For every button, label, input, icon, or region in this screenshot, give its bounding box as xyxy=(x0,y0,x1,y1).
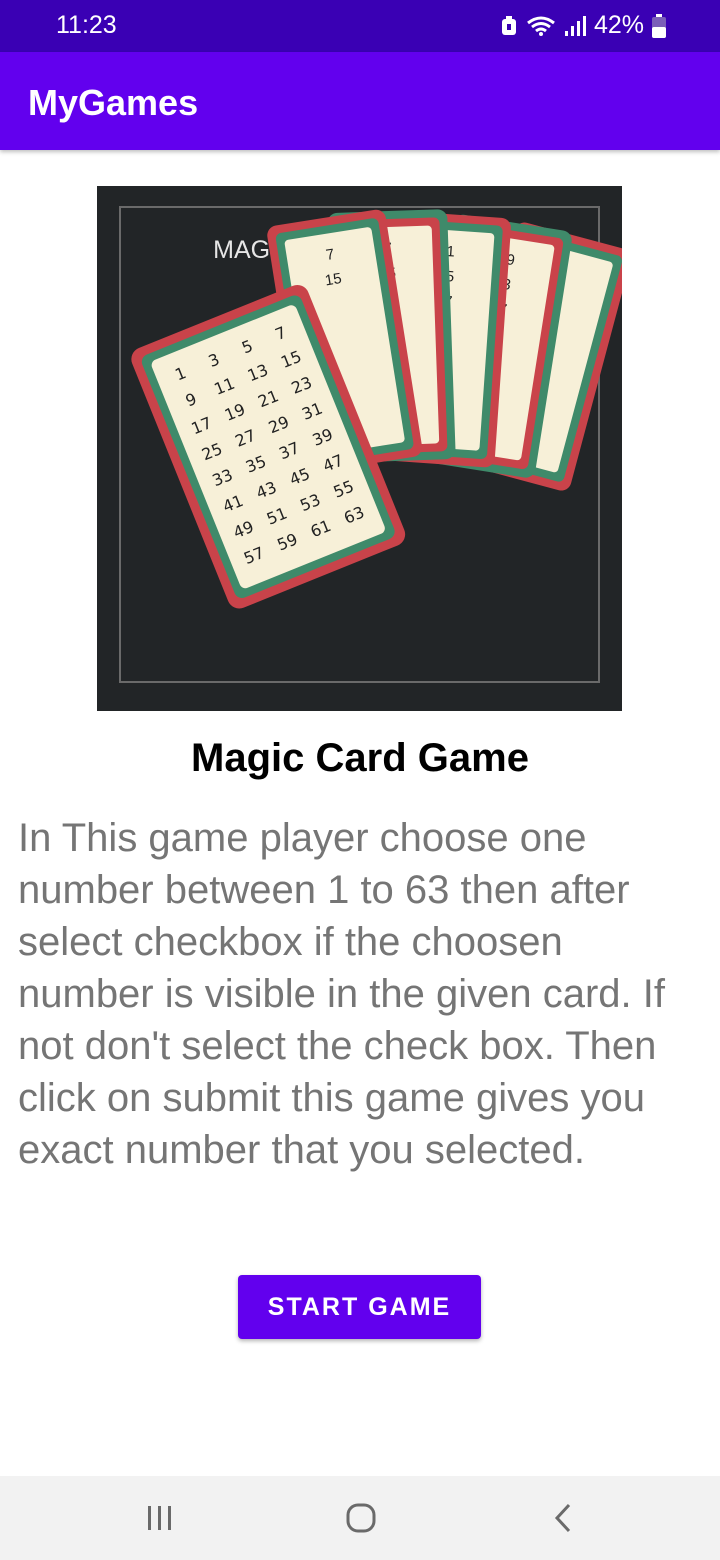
magic-cards-illustration: MAGIC NUMBER CARDS 35 39 43 47 19 23 27 xyxy=(119,206,622,683)
recent-apps-button[interactable] xyxy=(100,1476,220,1560)
app-title: MyGames xyxy=(28,82,199,123)
app-bar: MyGames xyxy=(0,52,720,150)
wifi-icon xyxy=(527,16,555,36)
hero-image: MAGIC NUMBER CARDS 35 39 43 47 19 23 27 xyxy=(97,186,622,711)
recent-apps-icon xyxy=(148,1506,171,1530)
status-time: 11:23 xyxy=(56,11,117,39)
home-icon xyxy=(346,1503,376,1533)
battery-icon xyxy=(652,13,666,38)
battery-percent: 42% xyxy=(593,11,644,39)
navigation-bar xyxy=(0,1476,720,1560)
status-icons: 42% xyxy=(500,11,666,40)
signal-icon xyxy=(564,15,586,36)
back-button[interactable] xyxy=(503,1476,623,1560)
home-button[interactable] xyxy=(301,1476,421,1560)
game-title: Magic Card Game xyxy=(191,736,529,780)
svg-text:15: 15 xyxy=(324,270,343,289)
start-game-button[interactable]: START GAME xyxy=(238,1275,481,1339)
game-description: In This game player choose one number be… xyxy=(18,816,665,1172)
alarm-icon xyxy=(501,15,516,35)
status-bar: 11:23 42% xyxy=(0,0,720,52)
back-icon xyxy=(554,1503,571,1533)
